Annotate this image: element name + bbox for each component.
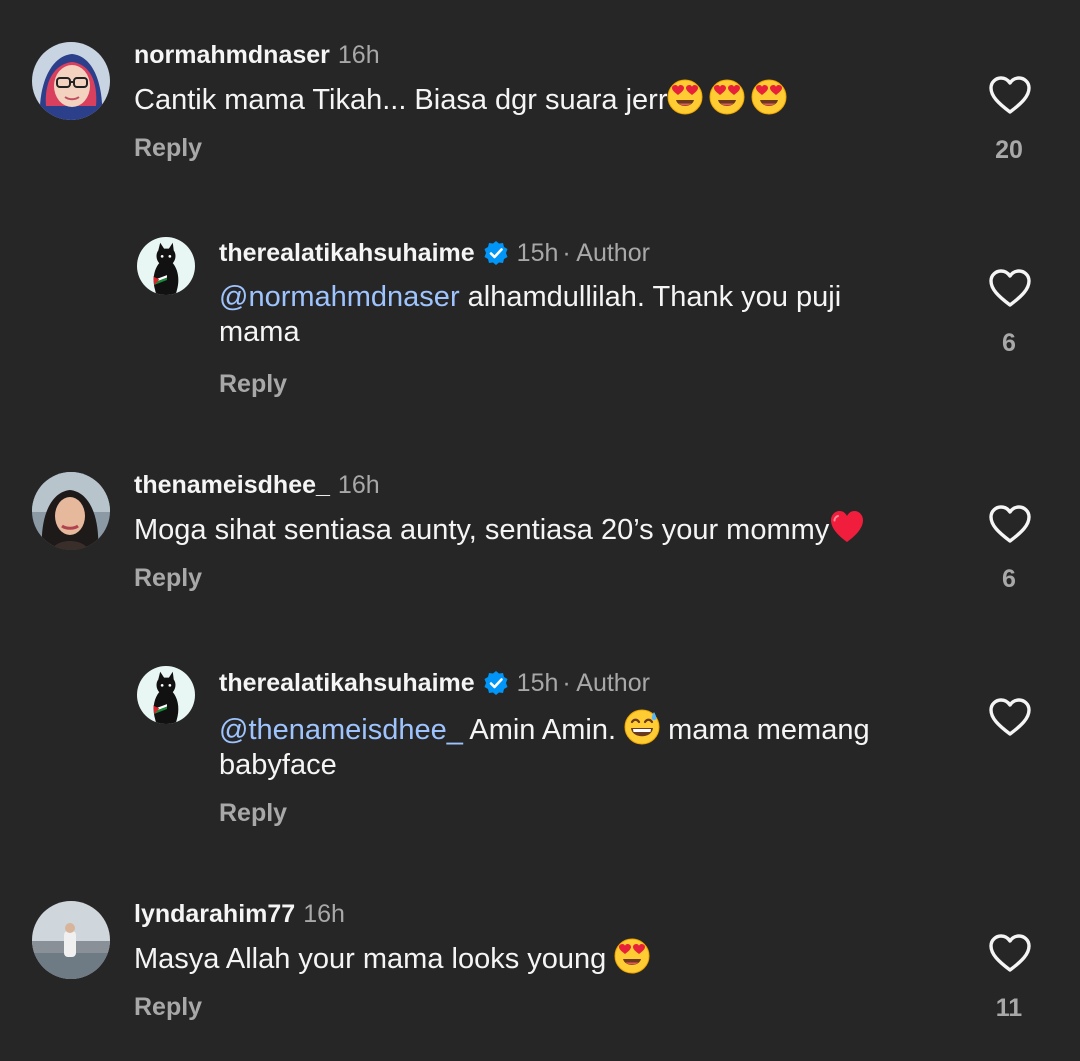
like-count: 6 bbox=[1002, 329, 1016, 357]
black-cat-avatar-image bbox=[137, 237, 195, 295]
like-count: 6 bbox=[1002, 565, 1016, 593]
comment-header: thenameisdhee_ 16h bbox=[134, 470, 380, 500]
comment-text: @normahmdnaser alhamdullilah. Thank you … bbox=[219, 280, 939, 350]
comment-text-content: Cantik mama Tikah... Biasa dgr suara jer… bbox=[134, 84, 668, 116]
heart-eyes-emoji bbox=[709, 79, 745, 115]
reply-button[interactable]: Reply bbox=[134, 133, 202, 163]
comment-text-content: Masya Allah your mama looks young bbox=[134, 943, 615, 975]
avatar-image bbox=[32, 901, 110, 979]
comment-text: Cantik mama Tikah... Biasa dgr suara jer… bbox=[134, 79, 787, 118]
comment-text-content: Moga sihat sentiasa aunty, sentiasa 20’s… bbox=[134, 514, 830, 546]
heart-eyes-emoji bbox=[751, 79, 787, 115]
verified-badge-icon bbox=[483, 670, 509, 696]
reply-button[interactable]: Reply bbox=[219, 798, 287, 828]
username[interactable]: lyndarahim77 bbox=[134, 900, 295, 928]
heart-icon[interactable] bbox=[988, 75, 1032, 115]
heart-icon[interactable] bbox=[988, 933, 1032, 973]
like-count: 20 bbox=[995, 136, 1023, 164]
comment-header: lyndarahim77 16h bbox=[134, 899, 345, 929]
heart-eyes-emoji bbox=[614, 938, 650, 974]
comment-text-content: babyface bbox=[219, 749, 337, 781]
comments-screen: normahmdnaser 16h Cantik mama Tikah... Bi… bbox=[0, 0, 1080, 1061]
author-label: · Author bbox=[562, 669, 650, 697]
heart-eyes-emoji bbox=[667, 79, 703, 115]
mention-link[interactable]: @thenameisdhee_ bbox=[219, 714, 463, 746]
heart-icon[interactable] bbox=[988, 697, 1032, 737]
heart-icon[interactable] bbox=[988, 268, 1032, 308]
timestamp: 16h bbox=[337, 471, 380, 499]
comment-text: Masya Allah your mama looks young bbox=[134, 938, 650, 977]
black-cat-avatar-image bbox=[137, 666, 195, 724]
avatar-image bbox=[32, 472, 110, 550]
reply-button[interactable]: Reply bbox=[219, 369, 287, 399]
timestamp: 15h bbox=[516, 239, 559, 267]
username[interactable]: thenameisdhee_ bbox=[134, 471, 330, 499]
avatar[interactable] bbox=[137, 237, 195, 295]
comment-header: therealatikahsuhaime 15h · Author bbox=[219, 238, 650, 268]
comment-text-content: alhamdullilah. Thank you puji bbox=[459, 281, 842, 313]
like-count: 11 bbox=[995, 994, 1023, 1022]
avatar[interactable] bbox=[32, 901, 110, 979]
comment-text: @thenameisdhee_ Amin Amin. mama memang b… bbox=[219, 709, 939, 783]
username[interactable]: normahmdnaser bbox=[134, 41, 330, 69]
username[interactable]: therealatikahsuhaime bbox=[219, 669, 475, 697]
avatar-image bbox=[32, 42, 110, 120]
grinning-sweat-emoji bbox=[624, 709, 660, 745]
heart-icon[interactable] bbox=[988, 504, 1032, 544]
comment-header: therealatikahsuhaime 15h · Author bbox=[219, 668, 650, 698]
avatar[interactable] bbox=[32, 472, 110, 550]
comment-text-content: mama memang bbox=[660, 714, 870, 746]
comment-header: normahmdnaser 16h bbox=[134, 40, 380, 70]
red-heart-emoji bbox=[829, 509, 865, 545]
timestamp: 16h bbox=[303, 900, 345, 928]
mention-link[interactable]: @normahmdnaser bbox=[219, 281, 460, 313]
comment-text: Moga sihat sentiasa aunty, sentiasa 20’s… bbox=[134, 509, 865, 548]
reply-button[interactable]: Reply bbox=[134, 992, 202, 1022]
timestamp: 16h bbox=[337, 41, 380, 69]
comment-text-content: Amin Amin. bbox=[462, 714, 625, 746]
avatar[interactable] bbox=[32, 42, 110, 120]
username[interactable]: therealatikahsuhaime bbox=[219, 239, 475, 267]
reply-button[interactable]: Reply bbox=[134, 563, 202, 593]
timestamp: 15h bbox=[516, 669, 559, 697]
comment-text-content: mama bbox=[219, 316, 300, 348]
avatar[interactable] bbox=[137, 666, 195, 724]
verified-badge-icon bbox=[483, 240, 509, 266]
author-label: · Author bbox=[562, 239, 650, 267]
